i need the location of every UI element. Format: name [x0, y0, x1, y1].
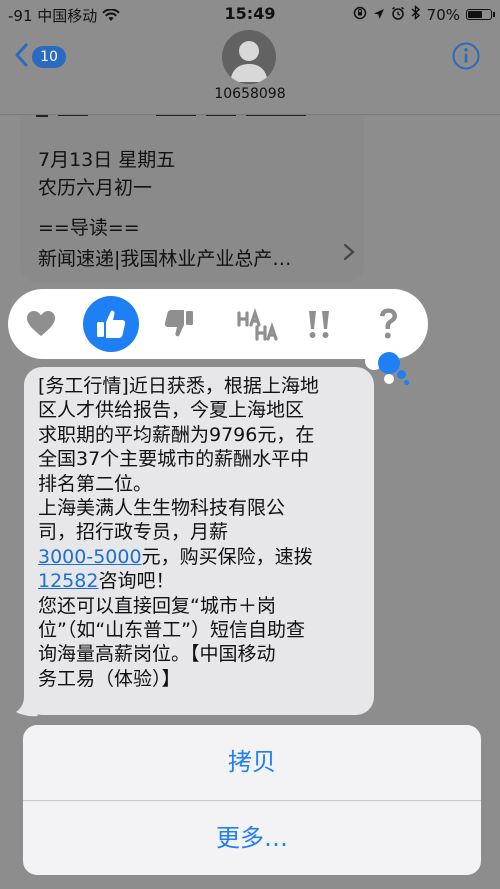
tapback-thumbs-down[interactable] — [151, 296, 207, 352]
contact-name[interactable]: 10658098 — [0, 86, 500, 102]
phone-number-link[interactable]: 12582 — [38, 570, 98, 592]
rotation-lock-icon — [353, 6, 367, 24]
info-button[interactable] — [452, 42, 480, 70]
tapback-bar — [8, 289, 428, 359]
message-line: 区人才供给报告，今夏上海地区 — [38, 399, 305, 422]
battery-fill — [468, 11, 482, 18]
tapback-haha[interactable] — [229, 296, 285, 352]
message-line: 排名第二位。 — [38, 472, 153, 495]
message-line: 司，招行政专员，月薪 — [38, 521, 229, 544]
message-line: 12582咨询吧！ — [38, 569, 368, 593]
truncated-text-fragment — [36, 115, 336, 130]
message-bubble[interactable]: [务工行情]近日获悉，根据上海地 区人才供给报告，今夏上海地区 求职期的平均薪酬… — [24, 367, 374, 715]
chevron-right-icon — [343, 243, 355, 261]
message-line: 您还可以直接回复“城市＋岗 — [38, 594, 276, 617]
previous-message-line: ==导读== — [38, 217, 140, 239]
reaction-indicator — [378, 352, 400, 374]
tapback-tail — [384, 374, 394, 384]
message-line: 求职期的平均薪酬为9796元，在 — [38, 423, 315, 446]
previous-message-line: 新闻速递|我国林业产业总产… — [38, 248, 292, 270]
bluetooth-icon — [411, 4, 421, 24]
message-text: [务工行情]近日获悉，根据上海地 区人才供给报告，今夏上海地区 求职期的平均薪酬… — [38, 374, 368, 691]
action-sheet: 拷贝 更多… — [23, 725, 481, 875]
message-line: 务工易（体验）】 — [38, 667, 181, 690]
salary-link[interactable]: 3000-5000 — [38, 546, 142, 568]
exclamation-icon — [309, 311, 329, 338]
bubble-tail — [16, 696, 38, 717]
previous-message-bubble[interactable]: 7月13日 星期五 农历六月初一 ==导读== 新闻速递|我国林业产业总产… — [20, 115, 364, 283]
tapback-heart[interactable] — [13, 296, 69, 352]
message-line: 上海美满人生生物科技有限公 — [38, 497, 286, 520]
tapback-question[interactable] — [360, 296, 416, 352]
contact-avatar[interactable] — [222, 30, 276, 84]
heart-icon — [27, 311, 55, 336]
message-line: 询海量高薪岗位。【中国移动 — [38, 643, 276, 666]
chevron-left-icon — [14, 43, 28, 71]
message-line: 位”（如“山东普工”）短信自助查 — [38, 619, 306, 642]
back-button[interactable]: 10 — [14, 43, 66, 71]
battery-percent: 70% — [426, 5, 460, 24]
message-line-text: 咨询吧！ — [98, 570, 175, 593]
message-line-text: 元，购买保险，速拨 — [141, 545, 313, 568]
location-icon — [373, 6, 385, 24]
info-icon — [452, 42, 480, 70]
reaction-indicator — [404, 380, 409, 385]
reaction-indicator — [397, 370, 406, 379]
message-line: 全国37个主要城市的薪酬水平中 — [38, 448, 310, 471]
thumbs-up-icon — [97, 310, 126, 338]
conversation-header: 10 10658098 — [0, 26, 500, 115]
more-button[interactable]: 更多… — [23, 801, 481, 875]
thumbs-down-icon — [164, 310, 193, 337]
unread-count-badge: 10 — [32, 46, 66, 68]
question-icon — [380, 308, 397, 339]
status-right: 70% — [353, 4, 495, 24]
tapback-emphasize[interactable] — [291, 296, 347, 352]
message-line: [务工行情]近日获悉，根据上海地 — [38, 375, 319, 397]
haha-icon — [237, 307, 278, 341]
previous-message-line: 7月13日 星期五 — [38, 149, 176, 171]
copy-button[interactable]: 拷贝 — [23, 725, 481, 800]
tapback-thumbs-up[interactable] — [83, 296, 139, 352]
message-line: 3000-5000元，购买保险，速拨 — [38, 545, 368, 569]
person-icon — [230, 41, 268, 82]
previous-message-line: 农历六月初一 — [38, 177, 153, 199]
alarm-icon — [391, 6, 405, 24]
battery-icon — [466, 9, 495, 20]
